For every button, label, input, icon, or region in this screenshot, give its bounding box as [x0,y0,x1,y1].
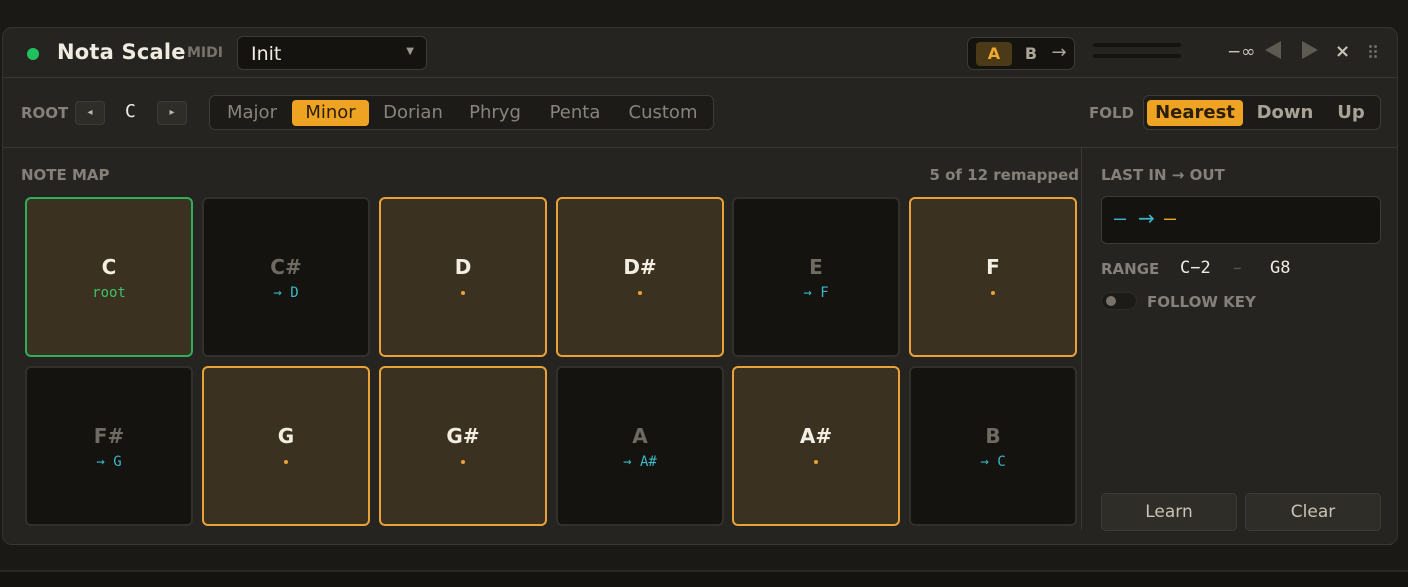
plugin-header: Nota Scale MIDI Init ▼ A B → −∞ × [3,28,1397,78]
last-in-value: — [1114,206,1127,230]
follow-key-toggle[interactable] [1101,292,1137,310]
in-scale-dot-icon [204,454,368,470]
output-meter-left [1093,43,1181,47]
plugin-title: Nota Scale [57,40,186,64]
note-pad-f-sharp[interactable]: F# → G [25,366,193,526]
power-indicator-icon[interactable] [27,48,39,60]
previous-preset-icon[interactable] [1265,41,1281,59]
ab-compare-group: A B → [967,37,1075,70]
scale-option-penta[interactable]: Penta [542,100,608,126]
next-preset-icon[interactable] [1302,41,1318,59]
level-readout: −∞ [1227,42,1256,62]
note-pad-d-sharp[interactable]: D# [556,197,724,357]
follow-key-label: FOLLOW KEY [1147,293,1256,311]
root-prev-button[interactable]: ◂ [75,101,105,125]
last-out-value: — [1164,206,1177,230]
root-next-button[interactable]: ▸ [157,101,187,125]
in-scale-dot-icon [381,454,545,470]
arrow-right-icon: → [1138,206,1155,230]
fold-label: FOLD [1089,104,1135,122]
ab-b-button[interactable]: B [1018,42,1044,66]
note-map-label: NOTE MAP [21,166,110,184]
last-in-out-label: LAST IN → OUT [1101,166,1225,184]
scale-option-dorian[interactable]: Dorian [378,100,448,126]
close-icon[interactable]: × [1335,41,1350,62]
note-pad-b[interactable]: B → C [909,366,1077,526]
note-pad-a-sharp[interactable]: A# [732,366,900,526]
note-name: D# [623,255,657,279]
note-target: → C [980,454,1006,470]
note-name: D [454,255,472,279]
output-meter-right [1093,54,1181,58]
scale-option-minor[interactable]: Minor [292,100,369,126]
chevron-down-icon: ▼ [406,46,414,57]
ab-copy-icon[interactable]: → [1048,42,1070,66]
range-label: RANGE [1101,260,1160,278]
note-name: G# [446,424,480,448]
preset-name: Init [251,43,282,65]
footer-divider [12,544,1392,545]
note-pad-f[interactable]: F [909,197,1077,357]
fold-option-down[interactable]: Down [1250,100,1320,126]
note-name: G [277,424,295,448]
note-pad-c-sharp[interactable]: C# → D [202,197,370,357]
ab-a-button[interactable]: A [976,42,1012,66]
preset-dropdown[interactable]: Init ▼ [237,36,427,70]
note-target: → F [803,285,829,301]
note-name: B [985,424,1001,448]
note-name: F [986,255,1000,279]
scale-option-phryg[interactable]: Phryg [462,100,528,126]
fold-option-nearest[interactable]: Nearest [1147,100,1243,126]
note-name: C# [270,255,302,279]
scale-selector: Major Minor Dorian Phryg Penta Custom [209,95,714,130]
fold-selector: Nearest Down Up [1143,95,1381,130]
note-target: → D [273,285,299,301]
scale-option-custom[interactable]: Custom [622,100,704,126]
note-pad-c[interactable]: Croot [25,197,193,357]
note-pad-g[interactable]: G [202,366,370,526]
note-name: F# [93,424,125,448]
panel-divider [1081,148,1082,530]
range-high-field[interactable]: G8 [1270,258,1290,278]
remap-count: 5 of 12 remapped [929,166,1079,184]
note-name: C [101,255,117,279]
clear-button[interactable]: Clear [1245,493,1381,531]
host-bottom-strip [0,570,1408,587]
learn-button[interactable]: Learn [1101,493,1237,531]
fold-option-up[interactable]: Up [1326,100,1376,126]
toggle-knob [1106,296,1116,306]
in-scale-dot-icon [911,285,1075,301]
range-low-field[interactable]: C−2 [1180,258,1211,278]
note-name: A# [799,424,833,448]
note-target: root [92,285,126,301]
root-label: ROOT [21,104,69,122]
note-name: A [632,424,648,448]
plugin-window: Nota Scale MIDI Init ▼ A B → −∞ × ROOT ◂… [2,27,1398,545]
note-name: E [809,255,823,279]
plugin-type-label: MIDI [187,45,223,61]
drag-grip-icon[interactable] [1368,44,1378,60]
scale-option-major[interactable]: Major [220,100,284,126]
in-scale-dot-icon [381,285,545,301]
note-pad-g-sharp[interactable]: G# [379,366,547,526]
root-value: C [125,101,136,122]
note-pad-e[interactable]: E → F [732,197,900,357]
note-target: → A# [623,454,657,470]
in-scale-dot-icon [558,285,722,301]
note-target: → G [96,454,122,470]
range-separator: – [1233,258,1242,278]
in-scale-dot-icon [734,454,898,470]
last-in-out-display: — → — [1101,196,1381,244]
note-pad-a[interactable]: A → A# [556,366,724,526]
scale-toolbar: ROOT ◂ C ▸ Major Minor Dorian Phryg Pent… [3,78,1397,148]
note-pad-d[interactable]: D [379,197,547,357]
